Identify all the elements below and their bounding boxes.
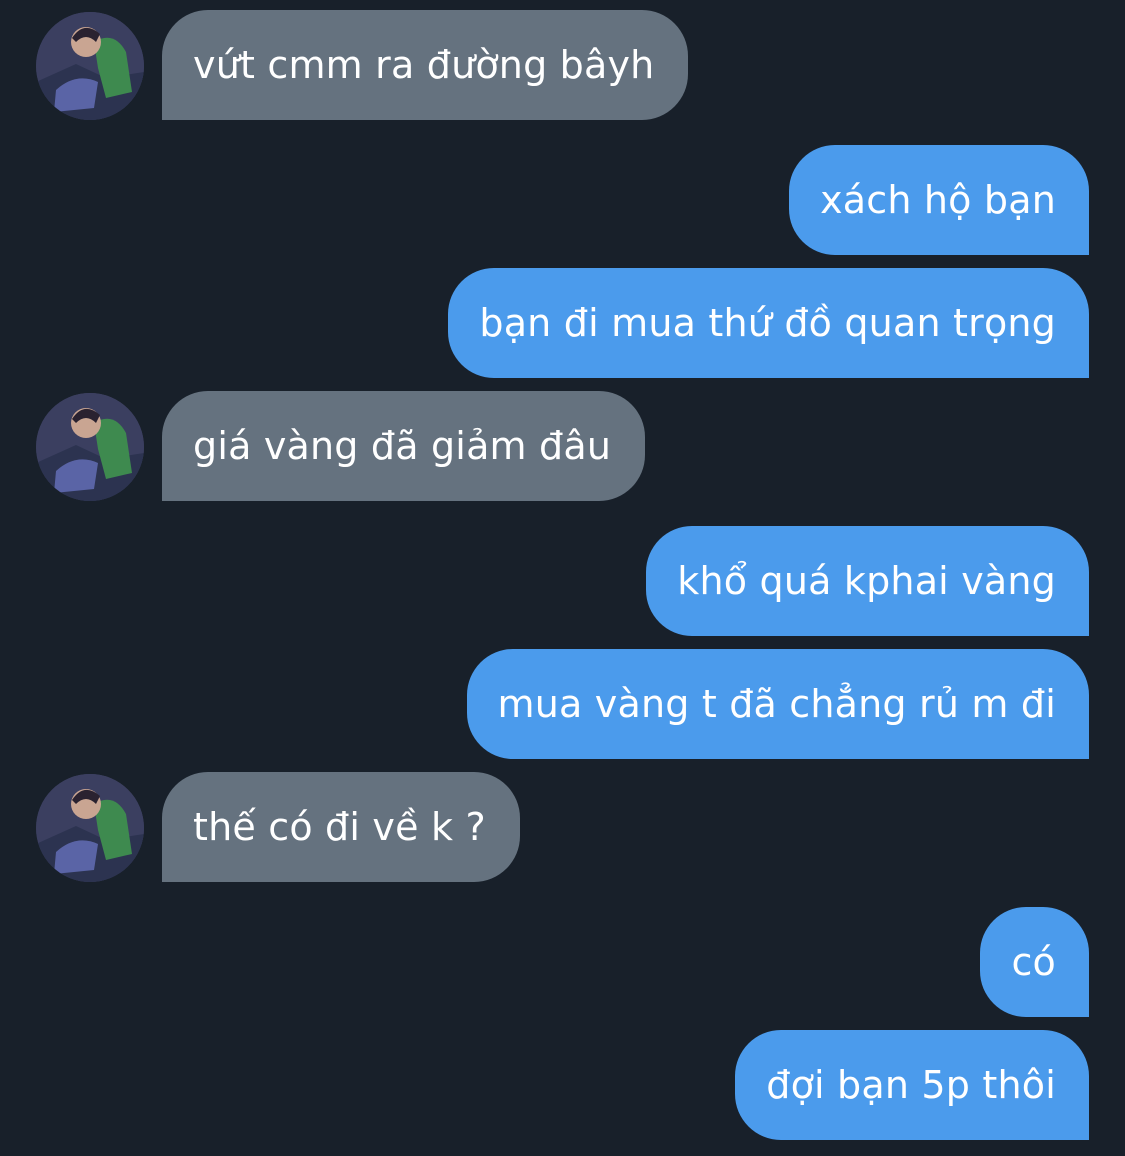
message-bubble-incoming[interactable]: giá vàng đã giảm đâu [162, 391, 646, 501]
message-bubble-outgoing[interactable]: bạn đi mua thứ đồ quan trọng [448, 268, 1089, 378]
message-text: có [1011, 940, 1056, 984]
message-bubble-outgoing[interactable]: có [980, 907, 1089, 1017]
message-text: đợi bạn 5p thôi [766, 1063, 1056, 1107]
contact-avatar[interactable] [36, 774, 144, 882]
message-text: mua vàng t đã chẳng rủ m đi [497, 682, 1056, 726]
message-bubble-outgoing[interactable]: khổ quá kphai vàng [646, 526, 1089, 636]
message-bubble-outgoing[interactable]: xách hộ bạn [789, 145, 1089, 255]
avatar-photo-icon [36, 774, 144, 882]
avatar-photo-icon [36, 393, 144, 501]
message-text: khổ quá kphai vàng [677, 559, 1056, 603]
message-text: thế có đi về k ? [193, 805, 486, 849]
contact-avatar[interactable] [36, 393, 144, 501]
message-bubble-incoming[interactable]: thế có đi về k ? [162, 772, 520, 882]
avatar-photo-icon [36, 12, 144, 120]
message-text: bạn đi mua thứ đồ quan trọng [479, 301, 1056, 345]
message-text: vứt cmm ra đường bâyh [193, 43, 655, 87]
message-bubble-outgoing[interactable]: mua vàng t đã chẳng rủ m đi [466, 649, 1089, 759]
contact-avatar[interactable] [36, 12, 144, 120]
message-text: giá vàng đã giảm đâu [193, 424, 612, 468]
message-bubble-incoming[interactable]: vứt cmm ra đường bâyh [162, 10, 689, 120]
message-bubble-outgoing[interactable]: đợi bạn 5p thôi [735, 1030, 1089, 1140]
message-text: xách hộ bạn [820, 178, 1056, 222]
